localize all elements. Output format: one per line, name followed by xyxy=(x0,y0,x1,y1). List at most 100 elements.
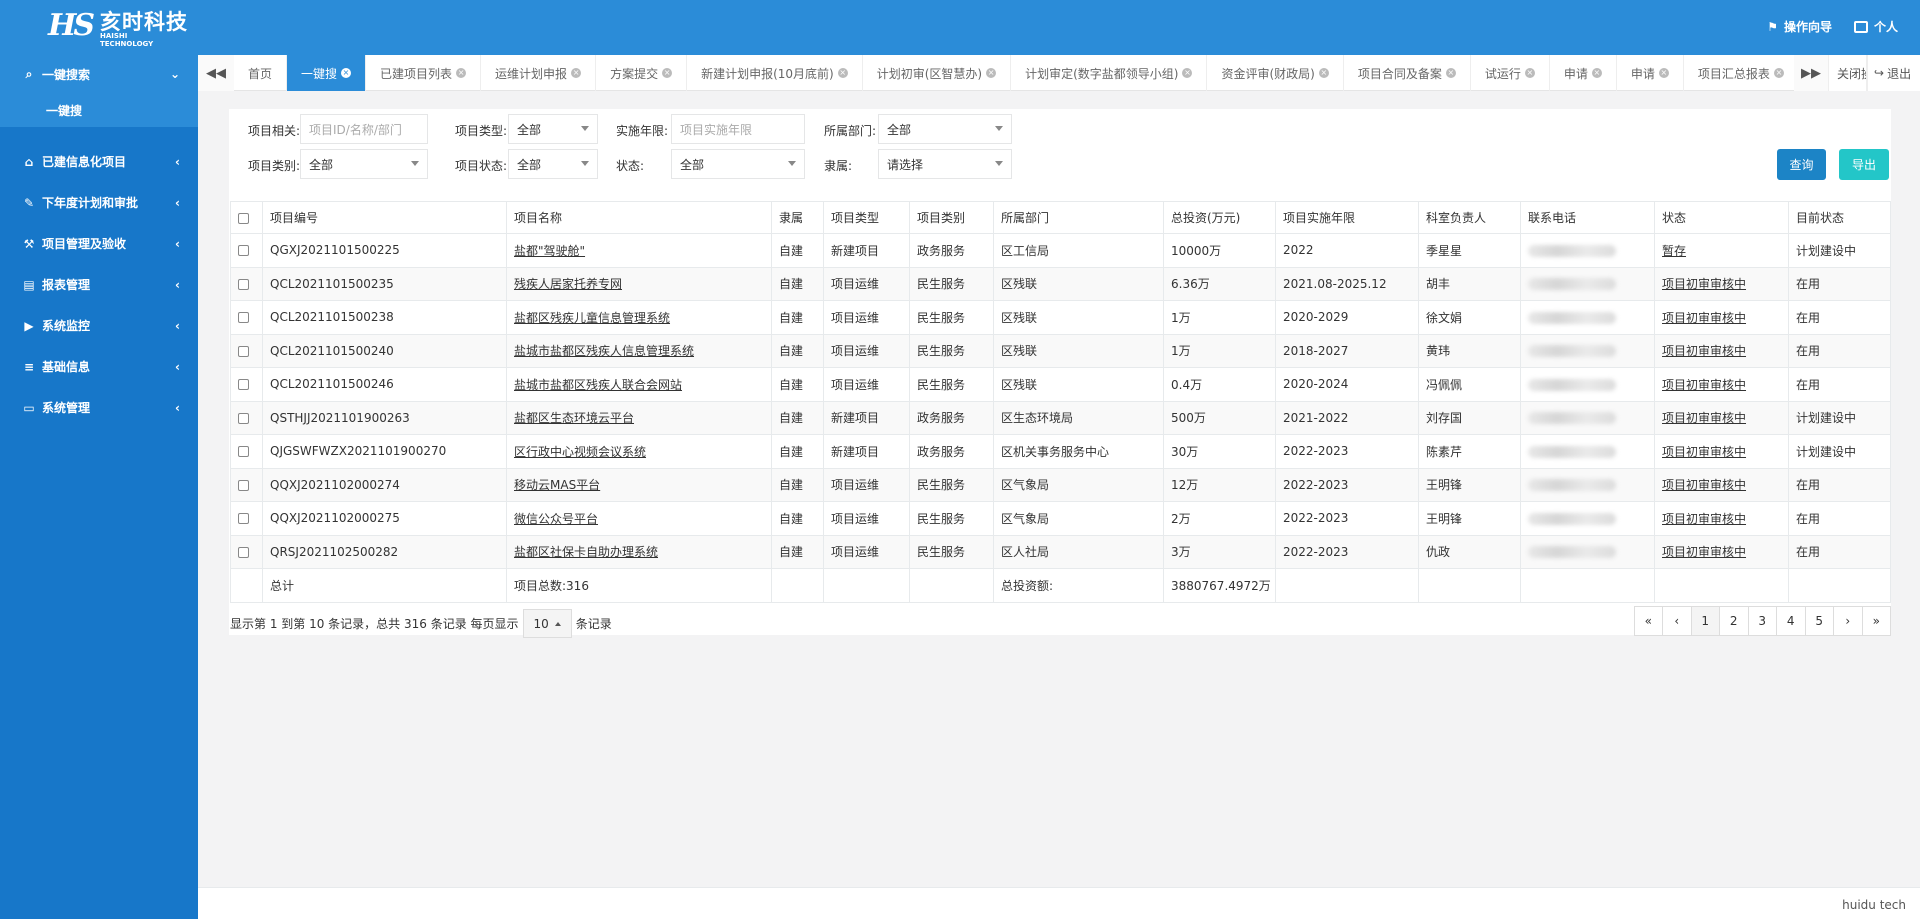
page-button-8[interactable]: » xyxy=(1861,606,1891,636)
tab-3[interactable]: 运维计划申报 × xyxy=(481,55,597,91)
project-name-link[interactable]: 盐都区残疾儿童信息管理系统 xyxy=(514,311,670,325)
sidebar-item-7[interactable]: ▭ 系统管理 ‹ xyxy=(0,387,198,428)
dept-select[interactable]: 全部 xyxy=(878,114,1012,144)
chevron-left-icon: ‹ xyxy=(175,154,180,169)
status-link[interactable]: 项目初审审核中 xyxy=(1662,277,1746,291)
close-icon[interactable]: × xyxy=(456,68,467,78)
row-checkbox[interactable] xyxy=(238,245,249,257)
page-button-4[interactable]: 3 xyxy=(1747,606,1777,636)
tab-2[interactable]: 已建项目列表 × xyxy=(366,55,482,91)
tab-1[interactable]: 一键搜 × xyxy=(287,55,367,91)
project-name-link[interactable]: 微信公众号平台 xyxy=(514,512,598,526)
project-name-link[interactable]: 残疾人居家托养专网 xyxy=(514,277,622,291)
user-link[interactable]: 个人 xyxy=(1853,18,1898,35)
table-cell: 12万 xyxy=(1163,467,1276,502)
table-row: QQXJ2021102000275 微信公众号平台 自建 项目运维 民生服务 区气象局 2万… xyxy=(230,501,1891,536)
row-checkbox[interactable] xyxy=(238,513,249,525)
close-icon[interactable]: × xyxy=(986,68,997,78)
status-link[interactable]: 项目初审审核中 xyxy=(1662,445,1746,459)
close-icon[interactable]: × xyxy=(1445,68,1456,78)
year-input[interactable]: 项目实施年限 xyxy=(671,114,805,144)
page-button-6[interactable]: 5 xyxy=(1804,606,1834,636)
page-button-0[interactable]: « xyxy=(1633,606,1663,636)
project-name-link[interactable]: 盐城市盐都区残疾人联合会网站 xyxy=(514,378,682,392)
tab-label: 资金评审(财政局) xyxy=(1221,66,1315,81)
sidebar-item-3[interactable]: ⚒ 项目管理及验收 ‹ xyxy=(0,223,198,264)
close-icon[interactable]: × xyxy=(662,68,673,78)
page-button-3[interactable]: 2 xyxy=(1719,606,1749,636)
select-all-checkbox[interactable] xyxy=(238,212,249,224)
close-icon[interactable]: × xyxy=(1524,68,1535,78)
project-name-link[interactable]: 盐都区生态环境云平台 xyxy=(514,411,634,425)
tab-0[interactable]: 首页 xyxy=(234,55,288,91)
sidebar-item-5[interactable]: ▶ 系统监控 ‹ xyxy=(0,305,198,346)
close-icon[interactable]: × xyxy=(341,68,352,78)
status-link[interactable]: 暂存 xyxy=(1662,244,1686,258)
tab-13[interactable]: 项目汇总报表 × xyxy=(1684,55,1794,91)
page-size-select[interactable]: 10 xyxy=(522,609,572,638)
row-checkbox[interactable] xyxy=(238,412,249,424)
tab-5[interactable]: 新建计划申报(10月底前) × xyxy=(687,55,863,91)
tab-12[interactable]: 申请 × xyxy=(1617,55,1684,91)
page-button-5[interactable]: 4 xyxy=(1776,606,1806,636)
close-icon[interactable]: × xyxy=(1182,68,1193,78)
sidebar-item-6[interactable]: ≡ 基础信息 ‹ xyxy=(0,346,198,387)
export-button[interactable]: 导出 xyxy=(1839,149,1889,180)
tab-label: 项目合同及备案 xyxy=(1357,66,1442,81)
tab-7[interactable]: 计划审定(数字盐都领导小组) × xyxy=(1011,55,1208,91)
status-link[interactable]: 项目初审审核中 xyxy=(1662,512,1746,526)
status-link[interactable]: 项目初审审核中 xyxy=(1662,378,1746,392)
row-checkbox[interactable] xyxy=(238,479,249,491)
status-link[interactable]: 项目初审审核中 xyxy=(1662,545,1746,559)
project-name-link[interactable]: 区行政中心视频会议系统 xyxy=(514,445,646,459)
category-select[interactable]: 全部 xyxy=(300,149,428,179)
tab-4[interactable]: 方案提交 × xyxy=(596,55,688,91)
table-cell: 胡丰 xyxy=(1418,266,1521,301)
row-checkbox[interactable] xyxy=(238,345,249,357)
sidebar-item-0[interactable]: ⌕ 一键搜索 ⌄ xyxy=(0,55,198,93)
projects-table: 项目编号 项目名称 隶属 项目类型 项目类别 所属部门 总投资(万元) 项目实施年限 科室负责人… xyxy=(230,201,1891,603)
page-button-7[interactable]: › xyxy=(1833,606,1863,636)
close-icon[interactable]: × xyxy=(1773,68,1784,78)
guide-link[interactable]: ⚑ 操作向导 xyxy=(1767,18,1832,35)
close-icon[interactable]: × xyxy=(1658,68,1669,78)
project-status-select[interactable]: 全部 xyxy=(508,149,598,179)
page-button-2[interactable]: 1 xyxy=(1690,606,1720,636)
tab-11[interactable]: 申请 × xyxy=(1550,55,1617,91)
sidebar-item-1[interactable]: ⌂ 已建信息化项目 ‹ xyxy=(0,141,198,182)
project-name-link[interactable]: 盐城市盐都区残疾人信息管理系统 xyxy=(514,344,694,358)
sidebar-item-2[interactable]: ✎ 下年度计划和审批 ‹ xyxy=(0,182,198,223)
close-icon[interactable]: × xyxy=(837,68,848,78)
project-name-link[interactable]: 盐都"驾驶舱" xyxy=(514,244,585,258)
close-icon[interactable]: × xyxy=(1591,68,1602,78)
tabs-scroll-left[interactable]: ◀◀ xyxy=(198,55,234,91)
type-select[interactable]: 全部 xyxy=(508,114,598,144)
tab-9[interactable]: 项目合同及备案 × xyxy=(1344,55,1471,91)
status-link[interactable]: 项目初审审核中 xyxy=(1662,411,1746,425)
query-button[interactable]: 查询 xyxy=(1777,149,1826,180)
category-label: 项目类别: xyxy=(248,159,301,173)
tab-6[interactable]: 计划初审(区智慧办) × xyxy=(863,55,1012,91)
row-checkbox[interactable] xyxy=(238,379,249,391)
status-select[interactable]: 全部 xyxy=(671,149,805,179)
sidebar-item-4[interactable]: ▤ 报表管理 ‹ xyxy=(0,264,198,305)
page-button-1[interactable]: ‹ xyxy=(1662,606,1692,636)
related-input[interactable]: 项目ID/名称/部门 xyxy=(300,114,428,144)
tabs-scroll-right[interactable]: ▶▶ xyxy=(1794,55,1828,91)
status-link[interactable]: 项目初审审核中 xyxy=(1662,344,1746,358)
status-link[interactable]: 项目初审审核中 xyxy=(1662,478,1746,492)
close-icon[interactable]: × xyxy=(571,68,582,78)
tab-8[interactable]: 资金评审(财政局) × xyxy=(1207,55,1344,91)
row-checkbox[interactable] xyxy=(238,546,249,558)
logout-button[interactable]: ↪ 退出 xyxy=(1867,55,1920,91)
close-icon[interactable]: × xyxy=(1318,68,1329,78)
status-link[interactable]: 项目初审审核中 xyxy=(1662,311,1746,325)
tab-10[interactable]: 试运行 × xyxy=(1471,55,1550,91)
project-name-link[interactable]: 盐都区社保卡自助办理系统 xyxy=(514,545,658,559)
project-name-link[interactable]: 移动云MAS平台 xyxy=(514,478,600,492)
row-checkbox[interactable] xyxy=(238,312,249,324)
sidebar-subitem-quick-search[interactable]: 一键搜 xyxy=(0,93,198,127)
row-checkbox[interactable] xyxy=(238,446,249,458)
belong-select[interactable]: 请选择 xyxy=(878,149,1012,179)
row-checkbox[interactable] xyxy=(238,278,249,290)
